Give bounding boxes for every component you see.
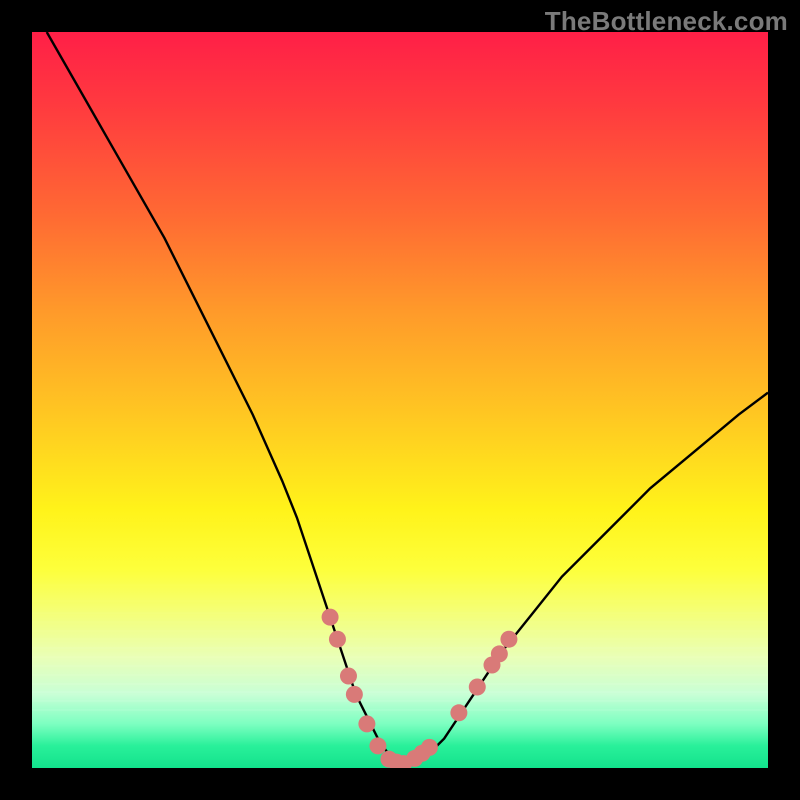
watermark-text: TheBottleneck.com <box>545 6 788 37</box>
curve-marker <box>369 737 386 754</box>
curve-marker <box>329 631 346 648</box>
curve-marker <box>469 679 486 696</box>
curve-marker <box>340 668 357 685</box>
curve-marker <box>322 609 339 626</box>
curve-marker <box>450 704 467 721</box>
curve-markers <box>322 609 518 768</box>
curve-marker <box>491 645 508 662</box>
curve-layer <box>32 32 768 768</box>
curve-marker <box>500 631 517 648</box>
bottleneck-curve <box>47 32 768 764</box>
curve-marker <box>346 686 363 703</box>
curve-marker <box>421 739 438 756</box>
plot-area <box>32 32 768 768</box>
chart-frame: TheBottleneck.com <box>0 0 800 800</box>
curve-marker <box>358 715 375 732</box>
